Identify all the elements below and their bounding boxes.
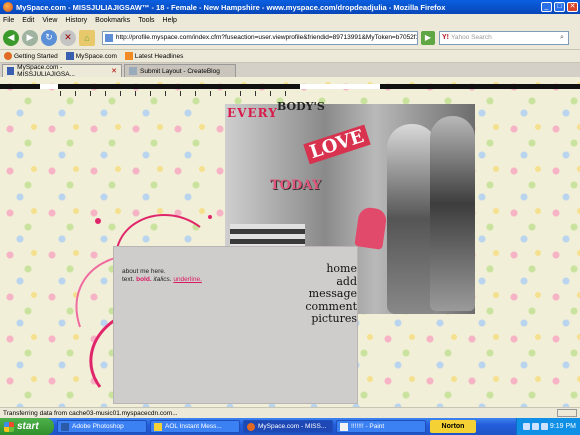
heart-icon: [354, 206, 388, 250]
system-tray: 9:19 PM: [516, 418, 580, 435]
task-label: Adobe Photoshop: [72, 423, 124, 430]
taskbar-item-photoshop[interactable]: Adobe Photoshop: [57, 420, 147, 433]
taskbar-item-firefox[interactable]: MySpace.com - MISS...: [243, 420, 333, 433]
music-player-strip: [0, 84, 580, 89]
menu-edit[interactable]: Edit: [22, 17, 34, 24]
page-icon: [105, 33, 113, 42]
window-title-bar[interactable]: MySpace.com - MISSJULIAJIGSAW™ - 18 - Fe…: [0, 0, 580, 14]
bookmark-getting-started[interactable]: Getting Started: [4, 52, 58, 60]
bookmark-myspace[interactable]: MySpace.com: [65, 52, 117, 60]
tab-label: MySpace.com - MISSJULIAJIGSA...: [17, 64, 75, 78]
search-box[interactable]: Y! Yahoo Search ⌕: [439, 30, 569, 45]
bookmarks-bar: Getting Started MySpace.com Latest Headl…: [0, 50, 580, 63]
start-label: start: [17, 421, 39, 432]
window-title: MySpace.com - MISSJULIAJIGSAW™ - 18 - Fe…: [16, 2, 446, 12]
decorative-ticks: [60, 91, 290, 96]
norton-button[interactable]: Norton: [430, 420, 476, 433]
paint-icon: [340, 422, 348, 431]
reload-button[interactable]: ↻: [41, 29, 57, 46]
tray-icon[interactable]: [531, 423, 539, 430]
bookmark-label: MySpace.com: [75, 52, 117, 60]
stop-button[interactable]: ✕: [60, 29, 76, 46]
collage-text-today: TODAY: [270, 178, 321, 193]
status-bar: Transferring data from cache03-music01.m…: [0, 407, 580, 418]
bookmark-label: Getting Started: [14, 52, 58, 60]
photoshop-icon: [61, 422, 69, 431]
pictures-link[interactable]: pictures: [277, 312, 357, 326]
collage-text-bodys: BODY'S: [277, 100, 325, 113]
firefox-icon: [3, 2, 13, 12]
tab-label: Submit Layout - CreateBlog: [140, 67, 220, 75]
firefox-icon: [247, 422, 255, 431]
menu-file[interactable]: File: [3, 17, 14, 24]
page-icon: [129, 67, 137, 75]
navigation-toolbar: ◀ ▶ ↻ ✕ ⌂ http://profile.myspace.com/ind…: [0, 26, 580, 50]
forward-button[interactable]: ▶: [22, 29, 38, 46]
home-button[interactable]: ⌂: [79, 29, 95, 46]
firefox-icon: [4, 52, 12, 60]
web-content: EVERY BODY'S LOVE TODAY about me here. t…: [0, 77, 580, 407]
minimize-button[interactable]: _: [541, 2, 552, 12]
yahoo-logo-icon: Y!: [442, 34, 449, 41]
menu-bar: File Edit View History Bookmarks Tools H…: [0, 14, 580, 26]
menu-tools[interactable]: Tools: [138, 17, 154, 24]
maximize-button[interactable]: □: [554, 2, 565, 12]
profile-nav-links: home add message comment pictures: [277, 262, 357, 326]
windows-taskbar: start Adobe Photoshop AOL Instant Mess..…: [0, 418, 580, 435]
windows-logo-icon: [4, 421, 14, 432]
message-link[interactable]: message: [277, 287, 357, 301]
photo-person: [430, 116, 475, 311]
tray-icon[interactable]: [540, 423, 548, 430]
bookmark-latest-headlines[interactable]: Latest Headlines: [124, 52, 184, 60]
task-label: MySpace.com - MISS...: [258, 423, 327, 430]
about-me-section: about me here. text. bold. italics. unde…: [122, 268, 202, 284]
italics-sample: italics.: [153, 276, 172, 283]
close-tab-icon[interactable]: ✕: [111, 67, 117, 75]
text-sample: text.: [122, 276, 135, 283]
tray-icon[interactable]: [522, 423, 530, 430]
start-button[interactable]: start: [0, 418, 54, 435]
task-label: AOL Instant Mess...: [165, 423, 222, 430]
tab-bar: MySpace.com - MISSJULIAJIGSA... ✕ Submit…: [0, 63, 580, 78]
underline-sample: underline.: [173, 276, 202, 283]
bold-sample: bold.: [136, 276, 152, 283]
task-label: !!!!!!! - Paint: [351, 423, 385, 430]
menu-view[interactable]: View: [42, 17, 57, 24]
go-button[interactable]: ▶: [421, 30, 435, 45]
taskbar-item-paint[interactable]: !!!!!!! - Paint: [336, 420, 426, 433]
collage-text-every: EVERY: [227, 106, 278, 120]
tab-createblog[interactable]: Submit Layout - CreateBlog: [124, 64, 236, 77]
close-button[interactable]: ✕: [567, 2, 578, 12]
back-button[interactable]: ◀: [3, 29, 19, 46]
clock: 9:19 PM: [549, 423, 576, 430]
myspace-icon: [65, 52, 74, 60]
rss-icon: [124, 52, 133, 60]
bookmark-label: Latest Headlines: [134, 52, 184, 60]
home-link[interactable]: home: [277, 262, 357, 276]
taskbar-item-aim[interactable]: AOL Instant Mess...: [150, 420, 240, 433]
search-icon[interactable]: ⌕: [556, 34, 568, 42]
profile-main-box: about me here. text. bold. italics. unde…: [113, 246, 358, 404]
url-text: http://profile.myspace.com/index.cfm?fus…: [115, 34, 417, 41]
menu-help[interactable]: Help: [163, 17, 177, 24]
status-text: Transferring data from cache03-music01.m…: [3, 409, 178, 417]
about-me-text: about me here.: [122, 268, 166, 275]
menu-history[interactable]: History: [65, 17, 87, 24]
progress-box: [557, 409, 577, 417]
tab-myspace[interactable]: MySpace.com - MISSJULIAJIGSA... ✕: [2, 64, 122, 78]
search-placeholder: Yahoo Search: [451, 34, 492, 41]
menu-bookmarks[interactable]: Bookmarks: [95, 17, 130, 24]
url-bar[interactable]: http://profile.myspace.com/index.cfm?fus…: [102, 30, 418, 45]
myspace-icon: [7, 67, 15, 75]
aim-icon: [154, 422, 162, 431]
